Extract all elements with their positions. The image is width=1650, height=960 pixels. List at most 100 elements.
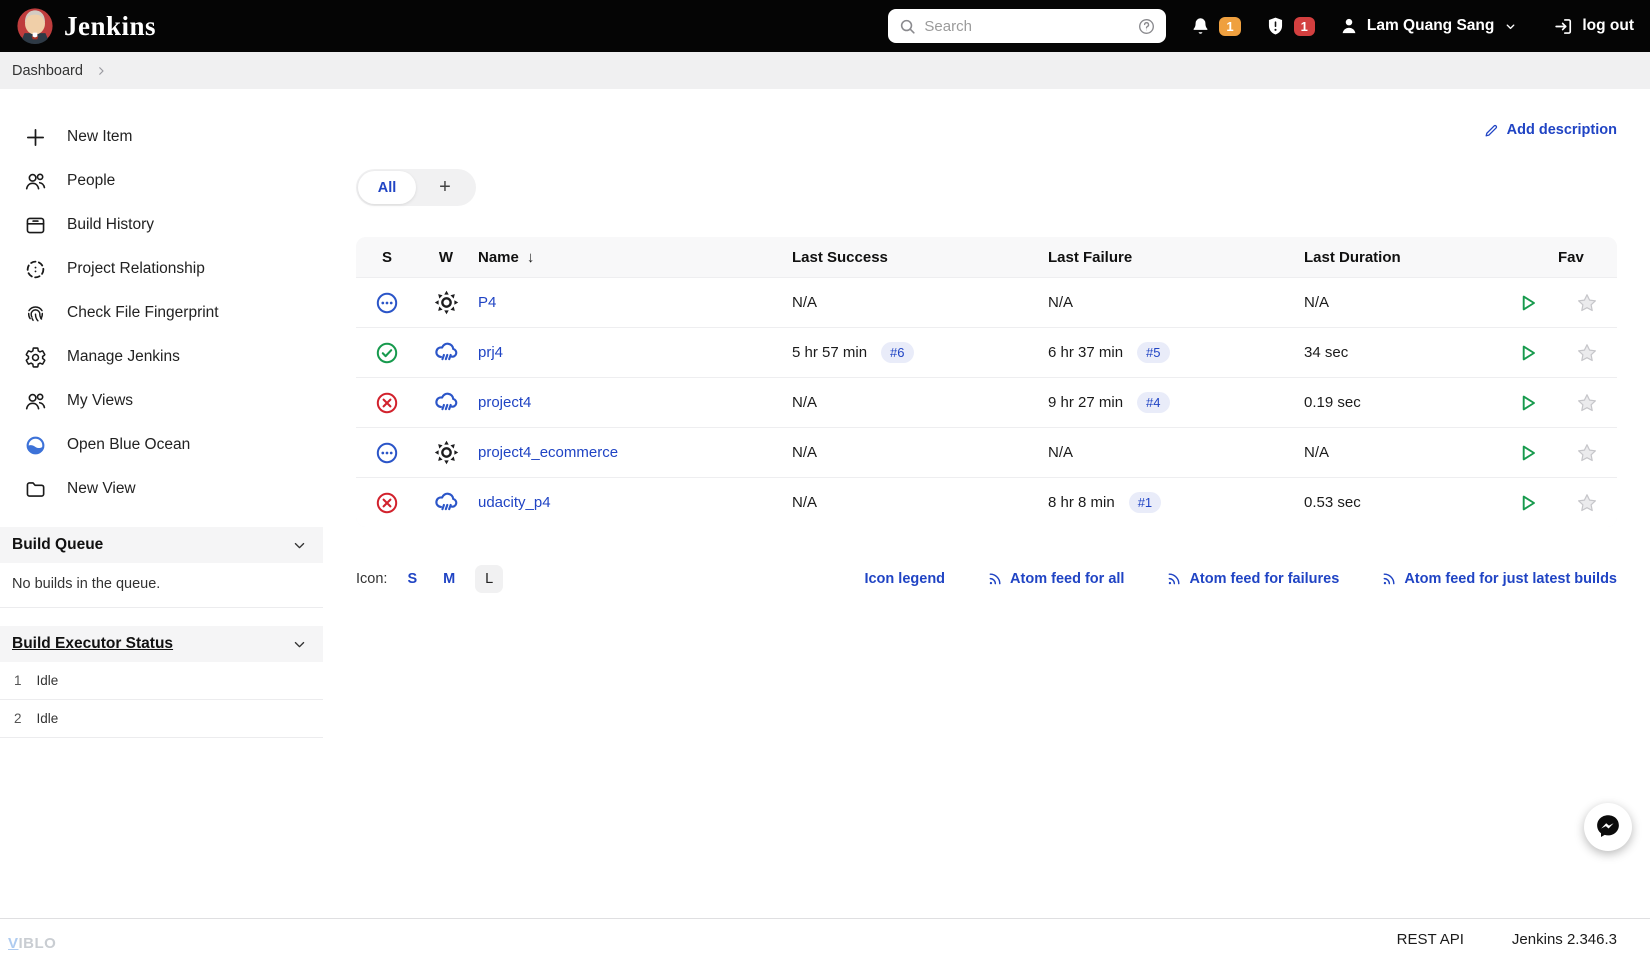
sidebar-item-open-blue-ocean[interactable]: Open Blue Ocean: [0, 423, 323, 467]
weather-raining-icon: [433, 339, 460, 366]
column-last-failure[interactable]: Last Failure: [1030, 249, 1286, 266]
search-input[interactable]: [924, 17, 1131, 35]
column-weather[interactable]: W: [418, 249, 474, 266]
success-build-badge[interactable]: #6: [881, 342, 914, 363]
star-icon: [1575, 491, 1599, 515]
executor-number: 2: [14, 711, 22, 726]
sidebar-item-label: Manage Jenkins: [67, 348, 180, 365]
rest-api-link[interactable]: REST API: [1397, 931, 1464, 948]
star-icon: [1575, 391, 1599, 415]
last-success-value: N/A: [792, 394, 818, 411]
sidebar-item-build-history[interactable]: Build History: [0, 203, 323, 247]
breadcrumb-dashboard[interactable]: Dashboard: [12, 63, 83, 79]
job-name-link[interactable]: prj4: [478, 344, 503, 361]
build-executor-status-header[interactable]: Build Executor Status: [0, 626, 323, 662]
run-build-button[interactable]: [1514, 340, 1540, 366]
star-icon: [1575, 441, 1599, 465]
status-failed-icon[interactable]: [375, 491, 399, 515]
favorite-star-button[interactable]: [1574, 290, 1600, 316]
sidebar-item-project-relationship[interactable]: Project Relationship: [0, 247, 323, 291]
user-menu[interactable]: Lam Quang Sang: [1339, 16, 1517, 36]
breadcrumb: Dashboard: [0, 52, 1650, 89]
atom-feed-latest-link[interactable]: Atom feed for just latest builds: [1381, 571, 1617, 587]
run-build-button[interactable]: [1514, 440, 1540, 466]
sidebar-item-manage-jenkins[interactable]: Manage Jenkins: [0, 335, 323, 379]
star-icon: [1575, 291, 1599, 315]
add-description-link[interactable]: Add description: [1483, 121, 1617, 139]
gear-icon: [24, 346, 47, 369]
favorite-star-button[interactable]: [1574, 440, 1600, 466]
messenger-chat-button[interactable]: [1584, 803, 1632, 851]
failure-build-badge[interactable]: #5: [1137, 342, 1170, 363]
icon-legend-link[interactable]: Icon legend: [864, 571, 945, 587]
job-name-link[interactable]: udacity_p4: [478, 494, 551, 511]
icon-size-small-link[interactable]: S: [407, 571, 417, 587]
last-duration-value: 34 sec: [1304, 344, 1349, 361]
job-row: project4_ecommerce N/A N/A N/A: [356, 427, 1617, 477]
atom-feed-all-link[interactable]: Atom feed for all: [987, 571, 1124, 587]
status-never-built-icon[interactable]: [375, 291, 399, 315]
column-name[interactable]: Name ↓: [474, 249, 774, 266]
last-duration-value: N/A: [1304, 444, 1330, 461]
sidebar-item-label: Open Blue Ocean: [67, 436, 191, 453]
chevron-right-icon: [95, 65, 107, 77]
sidebar-item-label: New View: [67, 480, 136, 497]
sidebar-item-check-file-fingerprint[interactable]: Check File Fingerprint: [0, 291, 323, 335]
job-name-link[interactable]: P4: [478, 294, 496, 311]
run-build-button[interactable]: [1514, 490, 1540, 516]
sidebar-item-new-item[interactable]: New Item: [0, 115, 323, 159]
column-fav[interactable]: Fav: [1556, 249, 1617, 266]
favorite-star-button[interactable]: [1574, 340, 1600, 366]
favorite-star-button[interactable]: [1574, 390, 1600, 416]
failure-build-badge[interactable]: #1: [1128, 492, 1162, 513]
search-box[interactable]: [888, 9, 1167, 43]
job-name-link[interactable]: project4_ecommerce: [478, 444, 618, 461]
new-view-tab-button[interactable]: +: [416, 171, 474, 204]
sidebar-item-label: New Item: [67, 128, 133, 145]
main-content: Add description All + S W Name ↓ Last Su…: [356, 89, 1617, 593]
security-warnings-button[interactable]: 1: [1265, 16, 1315, 37]
last-duration-value: 0.53 sec: [1304, 494, 1361, 511]
status-failed-icon[interactable]: [375, 391, 399, 415]
status-success-icon[interactable]: [375, 341, 399, 365]
job-row: udacity_p4 N/A 8 hr 8 min #1 0.53 sec: [356, 477, 1617, 527]
viblo-watermark: VIBLO: [8, 935, 57, 952]
favorite-star-button[interactable]: [1574, 490, 1600, 516]
weather-sunny-icon: [433, 289, 460, 316]
icon-size-medium-link[interactable]: M: [443, 571, 455, 587]
failure-build-badge[interactable]: #4: [1137, 392, 1170, 413]
jenkins-butler-logo-icon: [16, 7, 54, 45]
build-executor-status-title[interactable]: Build Executor Status: [12, 635, 173, 653]
sidebar-item-my-views[interactable]: My Views: [0, 379, 323, 423]
build-queue-header[interactable]: Build Queue: [0, 527, 323, 563]
job-name-link[interactable]: project4: [478, 394, 531, 411]
jenkins-dashboard: Jenkins 1 1 Lam Quang Sang: [0, 0, 1650, 960]
tab-all[interactable]: All: [358, 171, 416, 204]
run-build-button[interactable]: [1514, 390, 1540, 416]
last-failure-value: N/A: [1048, 294, 1074, 311]
executor-row: 1 Idle: [0, 662, 323, 700]
atom-feed-failures-link[interactable]: Atom feed for failures: [1166, 571, 1339, 587]
search-help-icon[interactable]: [1137, 17, 1156, 36]
sidebar-item-new-view[interactable]: New View: [0, 467, 323, 511]
build-queue-title: Build Queue: [12, 536, 104, 553]
jenkins-home-link[interactable]: Jenkins: [16, 7, 156, 45]
sidebar-item-label: People: [67, 172, 116, 189]
add-description-label: Add description: [1506, 122, 1617, 138]
sidebar-item-people[interactable]: People: [0, 159, 323, 203]
build-queue-section: Build Queue No builds in the queue.: [0, 527, 323, 608]
column-last-duration[interactable]: Last Duration: [1286, 249, 1498, 266]
column-status[interactable]: S: [356, 249, 418, 266]
last-duration-value: 0.19 sec: [1304, 394, 1361, 411]
logout-button[interactable]: log out: [1553, 16, 1634, 37]
executor-row: 2 Idle: [0, 700, 323, 738]
status-never-built-icon[interactable]: [375, 441, 399, 465]
last-success-value: N/A: [792, 494, 818, 511]
build-queue-empty-text: No builds in the queue.: [0, 563, 323, 608]
notifications-button[interactable]: 1: [1190, 16, 1241, 37]
table-footer-row: Icon: S M L Icon legend Atom feed for al…: [356, 565, 1617, 593]
run-build-button[interactable]: [1514, 290, 1540, 316]
column-last-success[interactable]: Last Success: [774, 249, 1030, 266]
fingerprint-icon: [24, 302, 47, 325]
icon-size-large-selected[interactable]: L: [475, 565, 504, 593]
